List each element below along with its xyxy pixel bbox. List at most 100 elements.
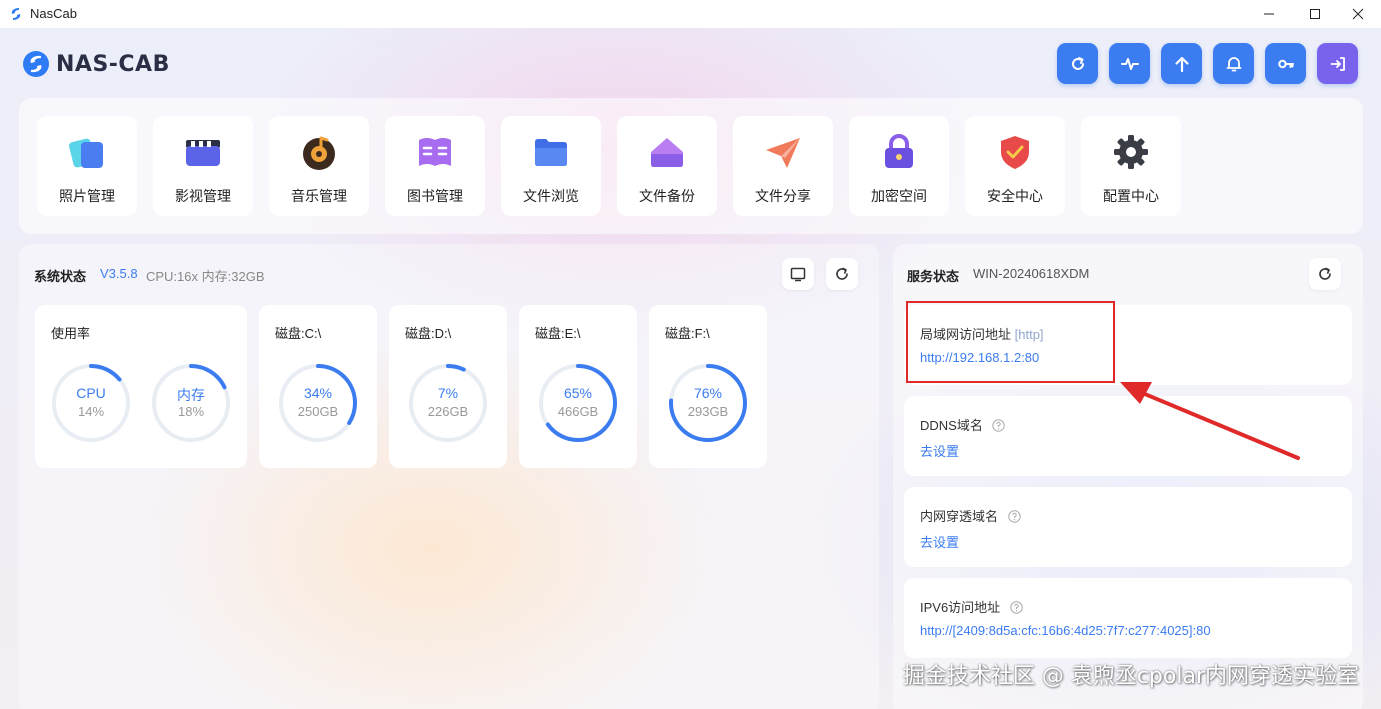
key-button[interactable]	[1265, 43, 1306, 84]
disk-label: 磁盘:C:\	[275, 326, 322, 341]
annotation-arrow	[1120, 382, 1300, 460]
feature-label: 文件备份	[639, 188, 695, 204]
disk-percent: 34%	[303, 385, 333, 401]
logout-button[interactable]	[1317, 43, 1358, 84]
disk-gauge: 65% 466GB	[537, 362, 619, 444]
feature-label: 文件分享	[755, 188, 811, 204]
system-status-panel: 系统状态 V3.5.8 CPU:16x 内存:32GB 使用率 CPU 14%	[19, 244, 879, 709]
refresh-icon	[1071, 56, 1084, 70]
feature-vault[interactable]: 加密空间	[849, 116, 949, 216]
tunnel-domain-label: 内网穿透域名	[920, 506, 1021, 525]
disk-gauge: 76% 293GB	[667, 362, 749, 444]
disk-gauge: 34% 250GB	[277, 362, 359, 444]
help-icon[interactable]	[1007, 510, 1021, 523]
book-icon	[419, 138, 451, 166]
minimize-button[interactable]	[1246, 0, 1292, 28]
ipv6-address-link[interactable]: http://[2409:8d5a:cfc:16b6:4d25:7f7:c277…	[920, 623, 1211, 638]
service-host: WIN-20240618XDM	[973, 266, 1090, 281]
logout-icon	[1330, 56, 1345, 71]
maximize-button[interactable]	[1292, 0, 1338, 28]
disk-size: 293GB	[687, 404, 729, 419]
feature-label: 影视管理	[175, 188, 231, 204]
disk-percent: 65%	[563, 385, 593, 401]
ddns-setup-link[interactable]: 去设置	[920, 441, 959, 460]
system-status-title: 系统状态	[34, 269, 87, 284]
watermark-text: 掘金技术社区 @ 袁煦丞cpolar内网穿透实验室	[902, 664, 1359, 689]
help-icon[interactable]	[1010, 601, 1023, 614]
disk-size: 250GB	[297, 404, 339, 419]
feature-label: 图书管理	[407, 188, 463, 204]
video-icon	[186, 140, 220, 166]
disk-label: 磁盘:D:\	[405, 326, 452, 341]
photos-icon	[69, 138, 103, 168]
feature-music[interactable]: 音乐管理	[269, 116, 369, 216]
memory-gauge: 内存 18%	[150, 362, 232, 444]
cpu-gauge: CPU 14%	[50, 362, 132, 444]
minimize-icon	[1264, 13, 1274, 15]
arrow-up-icon	[1174, 56, 1189, 72]
feature-label: 配置中心	[1103, 188, 1159, 204]
pulse-icon	[1120, 57, 1139, 70]
system-specs: CPU:16x 内存:32GB	[146, 269, 265, 284]
system-refresh-button[interactable]	[826, 258, 858, 290]
lock-icon	[885, 134, 913, 168]
disk-card-e: 磁盘:E:\ 65% 466GB	[519, 305, 637, 468]
activity-button[interactable]	[1109, 43, 1150, 84]
memory-label: 内存	[177, 387, 205, 403]
key-icon	[1277, 59, 1294, 68]
disk-percent: 7%	[437, 385, 459, 401]
close-icon	[1352, 8, 1364, 20]
feature-settings[interactable]: 配置中心	[1081, 116, 1181, 216]
cpu-value: 14%	[77, 404, 105, 419]
backup-icon	[651, 138, 683, 167]
feature-label: 文件浏览	[523, 188, 579, 204]
paper-plane-icon	[766, 138, 800, 168]
disk-percent: 76%	[693, 385, 723, 401]
disk-label: 磁盘:F:\	[665, 326, 710, 341]
feature-backup[interactable]: 文件备份	[617, 116, 717, 216]
feature-books[interactable]: 图书管理	[385, 116, 485, 216]
tunnel-setup-link[interactable]: 去设置	[920, 532, 959, 551]
feature-panel: 照片管理 影视管理 音乐管理 图书管理 文件浏览 文件备份 文件分享 加密空间 …	[19, 98, 1363, 234]
annotation-highlight-box	[906, 301, 1115, 383]
gauge-ring	[669, 364, 747, 442]
gauge-ring	[409, 364, 487, 442]
upload-button[interactable]	[1161, 43, 1202, 84]
usage-card: 使用率 CPU 14% 内存 18%	[35, 305, 247, 468]
service-item-label: IPV6访问地址	[920, 600, 1001, 615]
shield-icon	[1001, 136, 1029, 169]
logo-text: NAS-CAB	[56, 51, 170, 77]
cpu-label: CPU	[76, 385, 106, 401]
feature-photos[interactable]: 照片管理	[37, 116, 137, 216]
ddns-label: DDNS域名	[920, 415, 1006, 434]
feature-security[interactable]: 安全中心	[965, 116, 1065, 216]
disk-gauge: 7% 226GB	[407, 362, 489, 444]
service-status-title: 服务状态	[907, 269, 960, 284]
gear-icon	[1114, 135, 1148, 169]
help-icon[interactable]	[992, 419, 1006, 432]
refresh-button[interactable]	[1057, 43, 1098, 84]
window-titlebar: NasCab	[0, 0, 1381, 28]
feature-files[interactable]: 文件浏览	[501, 116, 601, 216]
maximize-icon	[1310, 9, 1320, 19]
nascab-logo-icon	[23, 51, 49, 77]
feature-label: 安全中心	[987, 188, 1043, 204]
gauge-ring	[539, 364, 617, 442]
refresh-icon	[836, 267, 848, 280]
window-title: NasCab	[30, 6, 77, 21]
header-actions	[1057, 43, 1358, 84]
disk-size: 226GB	[427, 404, 469, 419]
gauge-ring	[279, 364, 357, 442]
usage-label: 使用率	[51, 326, 91, 341]
close-button[interactable]	[1335, 0, 1381, 28]
app-logo-icon	[11, 8, 21, 20]
notifications-button[interactable]	[1213, 43, 1254, 84]
feature-label: 照片管理	[59, 188, 115, 204]
service-item-label: 内网穿透域名	[920, 509, 999, 524]
service-refresh-button[interactable]	[1309, 258, 1341, 290]
monitor-button[interactable]	[782, 258, 814, 290]
bell-icon	[1226, 56, 1241, 71]
feature-share[interactable]: 文件分享	[733, 116, 833, 216]
ipv6-address-card: IPV6访问地址 http://[2409:8d5a:cfc:16b6:4d25…	[904, 578, 1352, 658]
feature-video[interactable]: 影视管理	[153, 116, 253, 216]
